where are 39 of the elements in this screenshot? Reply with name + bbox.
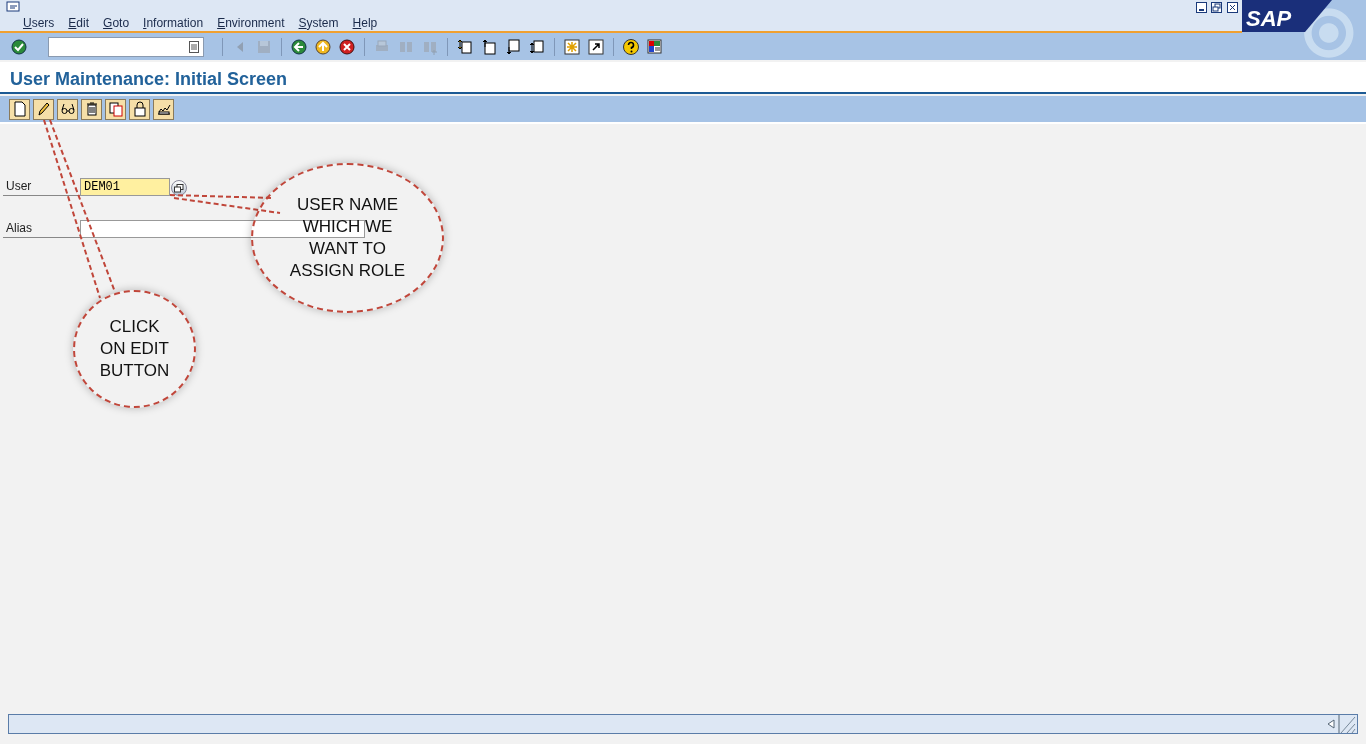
page-down-icon[interactable]: [504, 37, 522, 56]
shortcut-icon[interactable]: [587, 37, 605, 56]
menu-item[interactable]: Goto: [103, 14, 130, 32]
check-icon[interactable]: [10, 37, 28, 56]
screen-title: User Maintenance: Initial Screen: [0, 62, 1366, 94]
close-icon[interactable]: [1227, 2, 1238, 13]
back-arrow-icon[interactable]: [290, 37, 308, 56]
page-up-icon[interactable]: [480, 37, 498, 56]
minimize-icon[interactable]: [1196, 2, 1207, 13]
up-arrow-icon[interactable]: [314, 37, 332, 56]
trash-icon[interactable]: [81, 98, 102, 120]
glasses-icon[interactable]: [57, 98, 78, 120]
copy-icon[interactable]: [105, 98, 126, 120]
menu-item[interactable]: Environment: [217, 14, 285, 32]
help-icon[interactable]: [622, 37, 640, 56]
signature-icon[interactable]: [153, 98, 174, 120]
restore-icon[interactable]: [1211, 2, 1222, 13]
menu-item[interactable]: Help: [352, 14, 378, 32]
cancel-icon[interactable]: [338, 37, 356, 56]
layout-icon[interactable]: [646, 37, 664, 56]
menu-item[interactable]: System: [298, 14, 339, 32]
logo-text: SAP: [1242, 0, 1332, 32]
command-field[interactable]: [48, 36, 204, 57]
value-help-icon[interactable]: [171, 180, 187, 196]
page-arrows-icon[interactable]: [528, 37, 546, 56]
callout-text: USER NAME WHICH WE WANT TO ASSIGN ROLE: [289, 194, 406, 282]
pencil-icon[interactable]: [33, 98, 54, 120]
new-document-icon[interactable]: [9, 98, 30, 120]
menu-item[interactable]: Users: [23, 14, 55, 32]
page-arrow-icon[interactable]: [456, 37, 474, 56]
callout-text: CLICK ON EDIT BUTTON: [99, 316, 170, 382]
menu-item[interactable]: Information: [143, 14, 204, 32]
padlock-icon[interactable]: [129, 98, 150, 120]
input-field[interactable]: [80, 220, 365, 238]
sparkle-window-icon[interactable]: [563, 37, 581, 56]
menu-item[interactable]: Edit: [68, 14, 90, 32]
menu-icon[interactable]: [6, 1, 20, 13]
input-field[interactable]: DEM01: [80, 178, 170, 196]
list-icon[interactable]: [189, 40, 199, 53]
